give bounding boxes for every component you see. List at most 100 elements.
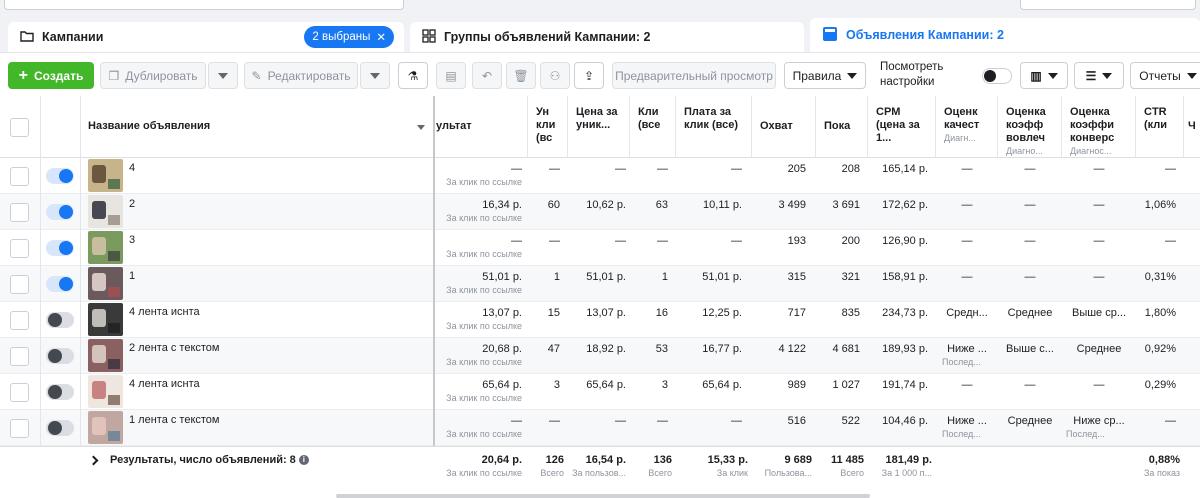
thumbnail-shape bbox=[92, 201, 106, 219]
date-range-picker[interactable] bbox=[1020, 0, 1196, 10]
ad-status-toggle[interactable] bbox=[46, 168, 74, 184]
preview-button[interactable]: Предварительный просмотр bbox=[612, 62, 776, 89]
col-ctr[interactable]: CTR (кли bbox=[1136, 96, 1184, 158]
info-icon[interactable]: i bbox=[298, 455, 309, 466]
cell-price_uniq-value: — bbox=[615, 235, 626, 247]
ad-name[interactable]: 4 лента иснта bbox=[129, 378, 200, 390]
columns-button[interactable]: ▥ bbox=[1020, 62, 1068, 89]
ad-status-toggle[interactable] bbox=[46, 204, 74, 220]
rules-button[interactable]: Правила bbox=[784, 62, 866, 89]
cell-conv-value: Ниже ср... bbox=[1073, 415, 1125, 427]
duplicate-button[interactable]: ❐ Дублировать bbox=[100, 62, 206, 89]
ad-thumbnail[interactable] bbox=[88, 231, 123, 264]
table-row[interactable]: 4— За клик по ссылке — — — —205 208 165,14 р. — —… bbox=[0, 158, 1200, 194]
table-row[interactable]: 4 лента иснта 13,07 р. За клик по ссылке 15… bbox=[0, 302, 1200, 338]
breakdown-button[interactable]: ☰ bbox=[1074, 62, 1124, 89]
col-quality-label: Оценк качест bbox=[944, 106, 980, 131]
delete-button[interactable]: 🗑 bbox=[506, 62, 536, 89]
table-row[interactable]: 1 51,01 р. За клик по ссылке 1 51,01 р. 1 51,0… bbox=[0, 266, 1200, 302]
col-impressions-label: Пока bbox=[824, 120, 851, 132]
col-impressions[interactable]: Пока bbox=[816, 96, 868, 158]
col-cpm[interactable]: CPM (цена за 1... bbox=[868, 96, 936, 158]
ad-thumbnail[interactable] bbox=[88, 159, 123, 192]
ad-status-toggle[interactable] bbox=[46, 384, 74, 400]
chevron-right-icon[interactable] bbox=[88, 455, 99, 466]
export-button[interactable]: ⇪ bbox=[574, 62, 604, 89]
col-engagement[interactable]: Оценка коэфф вовлеч Диагно... bbox=[998, 96, 1062, 158]
cell-cpm: 165,14 р. bbox=[870, 163, 928, 175]
col-engagement-label: Оценка коэфф вовлеч bbox=[1006, 106, 1046, 144]
row-checkbox[interactable] bbox=[10, 275, 29, 294]
ad-status-toggle[interactable] bbox=[46, 276, 74, 292]
edit-button[interactable]: ✎ Редактировать bbox=[244, 62, 358, 89]
tab-campaigns[interactable]: Кампании 2 выбраны ✕ bbox=[8, 22, 404, 52]
col-reach[interactable]: Охват bbox=[752, 96, 816, 158]
create-button[interactable]: + Создать bbox=[8, 62, 94, 89]
col-quality[interactable]: Оценк качест Диагн... bbox=[936, 96, 998, 158]
ad-thumbnail[interactable] bbox=[88, 303, 123, 336]
ad-status-toggle[interactable] bbox=[46, 420, 74, 436]
audience-button[interactable]: ⚇ bbox=[540, 62, 570, 89]
cell-cpc-value: 16,77 р. bbox=[702, 343, 742, 355]
col-name[interactable]: Название объявления bbox=[80, 96, 434, 158]
cell-price_uniq: — bbox=[570, 235, 626, 247]
col-more[interactable]: Ч bbox=[1184, 96, 1200, 158]
tab-adsets[interactable]: Группы объявлений Кампании: 2 bbox=[410, 22, 804, 52]
col-clicks[interactable]: Кли (все bbox=[630, 96, 676, 158]
duplicate-dropdown[interactable] bbox=[208, 62, 238, 89]
horizontal-scrollbar[interactable] bbox=[336, 494, 870, 498]
table-row[interactable]: 1 лента с текстом — За клик по ссылке — — — — 5… bbox=[0, 410, 1200, 446]
table-row[interactable]: 2 16,34 р. За клик по ссылке 60 10,62 р. 63 10… bbox=[0, 194, 1200, 230]
ad-name[interactable]: 1 лента с текстом bbox=[129, 414, 220, 426]
ad-name[interactable]: 3 bbox=[129, 234, 135, 246]
ad-status-toggle[interactable] bbox=[46, 348, 74, 364]
cell-uniq: 60 bbox=[530, 199, 560, 211]
edit-dropdown[interactable] bbox=[360, 62, 390, 89]
sort-icon[interactable] bbox=[417, 125, 425, 130]
search-input[interactable] bbox=[4, 0, 404, 10]
close-icon[interactable]: ✕ bbox=[376, 30, 386, 44]
ad-name[interactable]: 4 bbox=[129, 162, 135, 174]
cell-uniq-value: 60 bbox=[547, 199, 560, 211]
frozen-divider[interactable] bbox=[433, 96, 435, 498]
col-result[interactable]: ультат bbox=[434, 96, 528, 158]
row-checkbox[interactable] bbox=[10, 239, 29, 258]
ad-name[interactable]: 2 bbox=[129, 198, 135, 210]
row-checkbox[interactable] bbox=[10, 167, 29, 186]
ad-status-toggle[interactable] bbox=[46, 240, 74, 256]
ad-thumbnail[interactable] bbox=[88, 375, 123, 408]
reports-button[interactable]: Отчеты bbox=[1130, 62, 1200, 89]
col-unique-clicks[interactable]: Ун кли (вс bbox=[528, 96, 568, 158]
ad-thumbnail[interactable] bbox=[88, 411, 123, 444]
ad-status-toggle[interactable] bbox=[46, 312, 74, 328]
edit-label: Редактировать bbox=[267, 68, 351, 83]
col-conversion[interactable]: Оценка коэффи конверс Диагнос... bbox=[1062, 96, 1136, 158]
col-price-unique[interactable]: Цена за уник... bbox=[568, 96, 630, 158]
view-settings-toggle[interactable] bbox=[982, 68, 1012, 84]
table-row[interactable]: 3— За клик по ссылке — — — —193 200 126,90 р. — —… bbox=[0, 230, 1200, 266]
col-cpc[interactable]: Плата за клик (все) bbox=[676, 96, 752, 158]
ad-name[interactable]: 2 лента с текстом bbox=[129, 342, 220, 354]
cell-clicks: 53 bbox=[632, 343, 668, 355]
cell-cpc: 51,01 р. bbox=[678, 271, 742, 283]
tab-ads[interactable]: Объявления Кампании: 2 bbox=[810, 18, 1200, 52]
ad-name[interactable]: 4 лента иснта bbox=[129, 306, 200, 318]
cell-uniq: — bbox=[530, 235, 560, 247]
row-checkbox[interactable] bbox=[10, 419, 29, 438]
ad-thumbnail[interactable] bbox=[88, 339, 123, 372]
row-checkbox[interactable] bbox=[10, 203, 29, 222]
cell-reach: 4 122 bbox=[754, 343, 806, 355]
select-all-checkbox[interactable] bbox=[10, 118, 29, 137]
table-row[interactable]: 2 лента с текстом 20,68 р. За клик по ссыл… bbox=[0, 338, 1200, 374]
undo-button[interactable]: ↶ bbox=[472, 62, 502, 89]
row-checkbox[interactable] bbox=[10, 383, 29, 402]
table-row[interactable]: 4 лента иснта 65,64 р. За клик по ссылке 3 6… bbox=[0, 374, 1200, 410]
row-checkbox[interactable] bbox=[10, 311, 29, 330]
ad-name[interactable]: 1 bbox=[129, 270, 135, 282]
clipboard-button[interactable]: ▤ bbox=[436, 62, 466, 89]
ad-thumbnail[interactable] bbox=[88, 267, 123, 300]
ab-test-button[interactable]: ⚗ bbox=[398, 62, 428, 89]
ad-thumbnail[interactable] bbox=[88, 195, 123, 228]
selected-badge[interactable]: 2 выбраны ✕ bbox=[304, 26, 394, 48]
row-checkbox[interactable] bbox=[10, 347, 29, 366]
